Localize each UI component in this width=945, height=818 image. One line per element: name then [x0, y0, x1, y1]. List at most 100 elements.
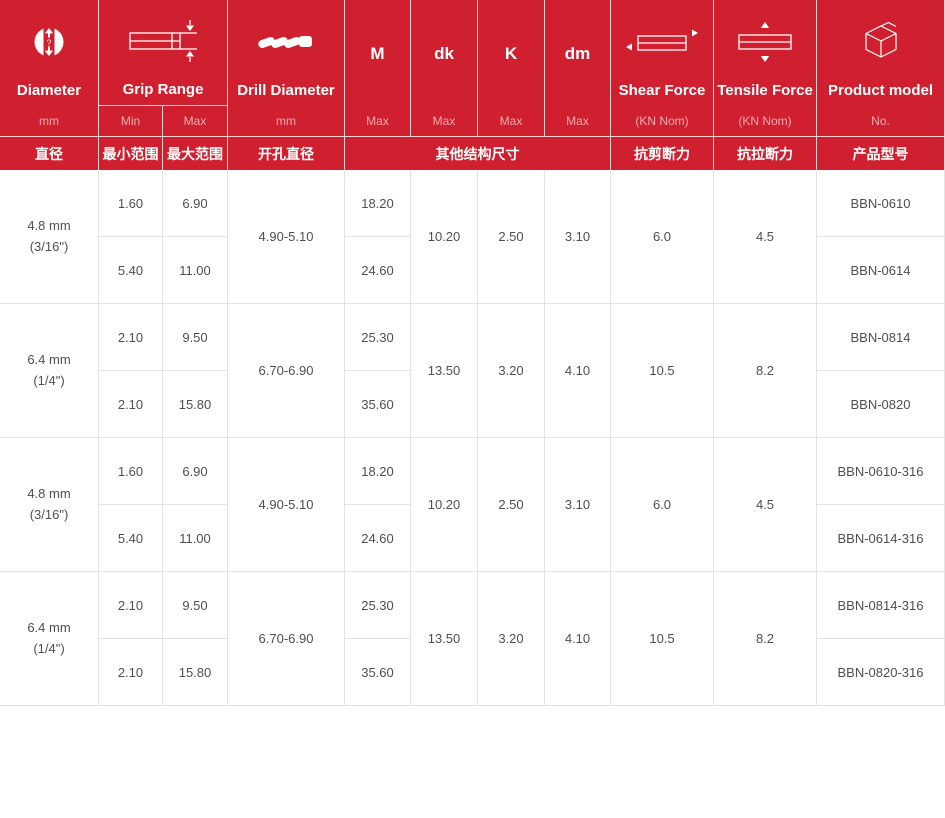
k-cell: 2.50: [478, 438, 545, 572]
drill-bit-icon: [228, 1, 344, 83]
diameter-unit: mm: [0, 106, 99, 137]
diameter-cell: 6.4 mm (1/4"): [0, 304, 99, 438]
dm-sub-label: Max: [545, 106, 611, 137]
diameter-cell: 4.8 mm (3/16"): [0, 170, 99, 304]
grip-min-cell: 1.60: [99, 438, 163, 505]
shear-force-header-label: Shear Force: [619, 83, 706, 98]
col-header-shear-force: Shear Force: [611, 0, 714, 106]
dm-cell: 3.10: [545, 438, 611, 572]
header-row-units: mm Min Max mm Max Max Max Max (KN Nom) (…: [0, 106, 945, 137]
grip-min-cell: 1.60: [99, 170, 163, 237]
grip-min-cell: 5.40: [99, 237, 163, 304]
tensile-force-cell: 8.2: [714, 304, 817, 438]
shear-force-cell: 10.5: [611, 572, 714, 706]
drill-diameter-unit: mm: [228, 106, 345, 137]
grip-max-cell: 11.00: [163, 505, 228, 572]
grip-max-cell: 9.50: [163, 304, 228, 371]
product-model-cell: BBN-0814-316: [817, 572, 945, 639]
m-cell: 25.30: [345, 304, 411, 371]
drill-diameter-cell: 4.90-5.10: [228, 438, 345, 572]
svg-text:?: ?: [47, 37, 52, 47]
dm-cell: 4.10: [545, 304, 611, 438]
m-sub-label: Max: [345, 106, 411, 137]
col-header-diameter: ? Diameter: [0, 0, 99, 106]
grip-range-icon: [99, 0, 227, 82]
drill-diameter-header-label: Drill Diameter: [237, 83, 335, 98]
grip-max-cell: 15.80: [163, 639, 228, 706]
m-cell: 35.60: [345, 639, 411, 706]
grip-min-label: Min: [99, 106, 163, 137]
k-cell: 2.50: [478, 170, 545, 304]
col-header-dm: dm: [545, 0, 611, 106]
m-cell: 18.20: [345, 438, 411, 505]
dk-cell: 10.20: [411, 438, 478, 572]
dk-cell: 10.20: [411, 170, 478, 304]
m-header-label: M: [370, 45, 384, 62]
product-model-cell: BBN-0814: [817, 304, 945, 371]
col-header-dk: dk: [411, 0, 478, 106]
grip-max-cell: 6.90: [163, 438, 228, 505]
diameter-cell: 6.4 mm (1/4"): [0, 572, 99, 706]
m-cell: 24.60: [345, 237, 411, 304]
product-model-cell: BBN-0820-316: [817, 639, 945, 706]
product-model-cell: BBN-0614-316: [817, 505, 945, 572]
col-header-product-model: Product model: [817, 0, 945, 106]
grip-min-zh-label: 最小范围: [99, 137, 163, 170]
shear-force-cell: 6.0: [611, 170, 714, 304]
grip-min-cell: 2.10: [99, 639, 163, 706]
shear-force-cell: 10.5: [611, 304, 714, 438]
m-cell: 25.30: [345, 572, 411, 639]
product-sub-label: No.: [817, 106, 945, 137]
m-cell: 24.60: [345, 505, 411, 572]
grip-min-cell: 2.10: [99, 572, 163, 639]
product-model-cell: BBN-0610: [817, 170, 945, 237]
diameter-cell: 4.8 mm (3/16"): [0, 438, 99, 572]
grip-min-cell: 2.10: [99, 371, 163, 438]
tensile-force-cell: 4.5: [714, 170, 817, 304]
shear-force-icon: [611, 1, 713, 83]
tensile-force-cell: 8.2: [714, 572, 817, 706]
grip-range-header-label: Grip Range: [123, 82, 204, 97]
col-header-m: M: [345, 0, 411, 106]
col-header-k: K: [478, 0, 545, 106]
drill-diameter-cell: 6.70-6.90: [228, 304, 345, 438]
product-spec-table: ? Diameter: [0, 0, 945, 706]
col-header-grip-range: Grip Range: [99, 0, 228, 106]
table-row: 6.4 mm (1/4") 2.10 9.50 6.70-6.90 25.30 …: [0, 304, 945, 371]
dk-sub-label: Max: [411, 106, 478, 137]
diameter-zh-label: 直径: [0, 137, 99, 170]
m-cell: 18.20: [345, 170, 411, 237]
col-header-drill-diameter: Drill Diameter: [228, 0, 345, 106]
shear-force-cell: 6.0: [611, 438, 714, 572]
grip-max-label: Max: [163, 106, 228, 137]
grip-max-cell: 9.50: [163, 572, 228, 639]
tensile-force-icon: [714, 1, 816, 83]
grip-max-zh-label: 最大范围: [163, 137, 228, 170]
dk-cell: 13.50: [411, 572, 478, 706]
tensile-force-cell: 4.5: [714, 438, 817, 572]
table-row: 4.8 mm (3/16") 1.60 6.90 4.90-5.10 18.20…: [0, 170, 945, 237]
product-model-header-label: Product model: [828, 83, 933, 98]
dm-cell: 3.10: [545, 170, 611, 304]
tensile-force-header-label: Tensile Force: [717, 83, 813, 98]
product-model-cell: BBN-0820: [817, 371, 945, 438]
grip-min-cell: 2.10: [99, 304, 163, 371]
drill-diameter-cell: 6.70-6.90: [228, 572, 345, 706]
shear-unit-label: (KN Nom): [611, 106, 714, 137]
k-cell: 3.20: [478, 572, 545, 706]
grip-min-cell: 5.40: [99, 505, 163, 572]
tensile-unit-label: (KN Nom): [714, 106, 817, 137]
dm-header-label: dm: [565, 45, 591, 62]
drill-diameter-zh-label: 开孔直径: [228, 137, 345, 170]
header-row-main: ? Diameter: [0, 0, 945, 106]
col-header-tensile-force: Tensile Force: [714, 0, 817, 106]
shear-zh-label: 抗剪断力: [611, 137, 714, 170]
header-row-chinese: 直径 最小范围 最大范围 开孔直径 其他结构尺寸 抗剪断力 抗拉断力 产品型号: [0, 137, 945, 170]
grip-max-cell: 15.80: [163, 371, 228, 438]
other-dims-zh-label: 其他结构尺寸: [345, 137, 611, 170]
table-row: 4.8 mm (3/16") 1.60 6.90 4.90-5.10 18.20…: [0, 438, 945, 505]
k-cell: 3.20: [478, 304, 545, 438]
product-model-cell: BBN-0614: [817, 237, 945, 304]
drill-diameter-cell: 4.90-5.10: [228, 170, 345, 304]
table-row: 6.4 mm (1/4") 2.10 9.50 6.70-6.90 25.30 …: [0, 572, 945, 639]
